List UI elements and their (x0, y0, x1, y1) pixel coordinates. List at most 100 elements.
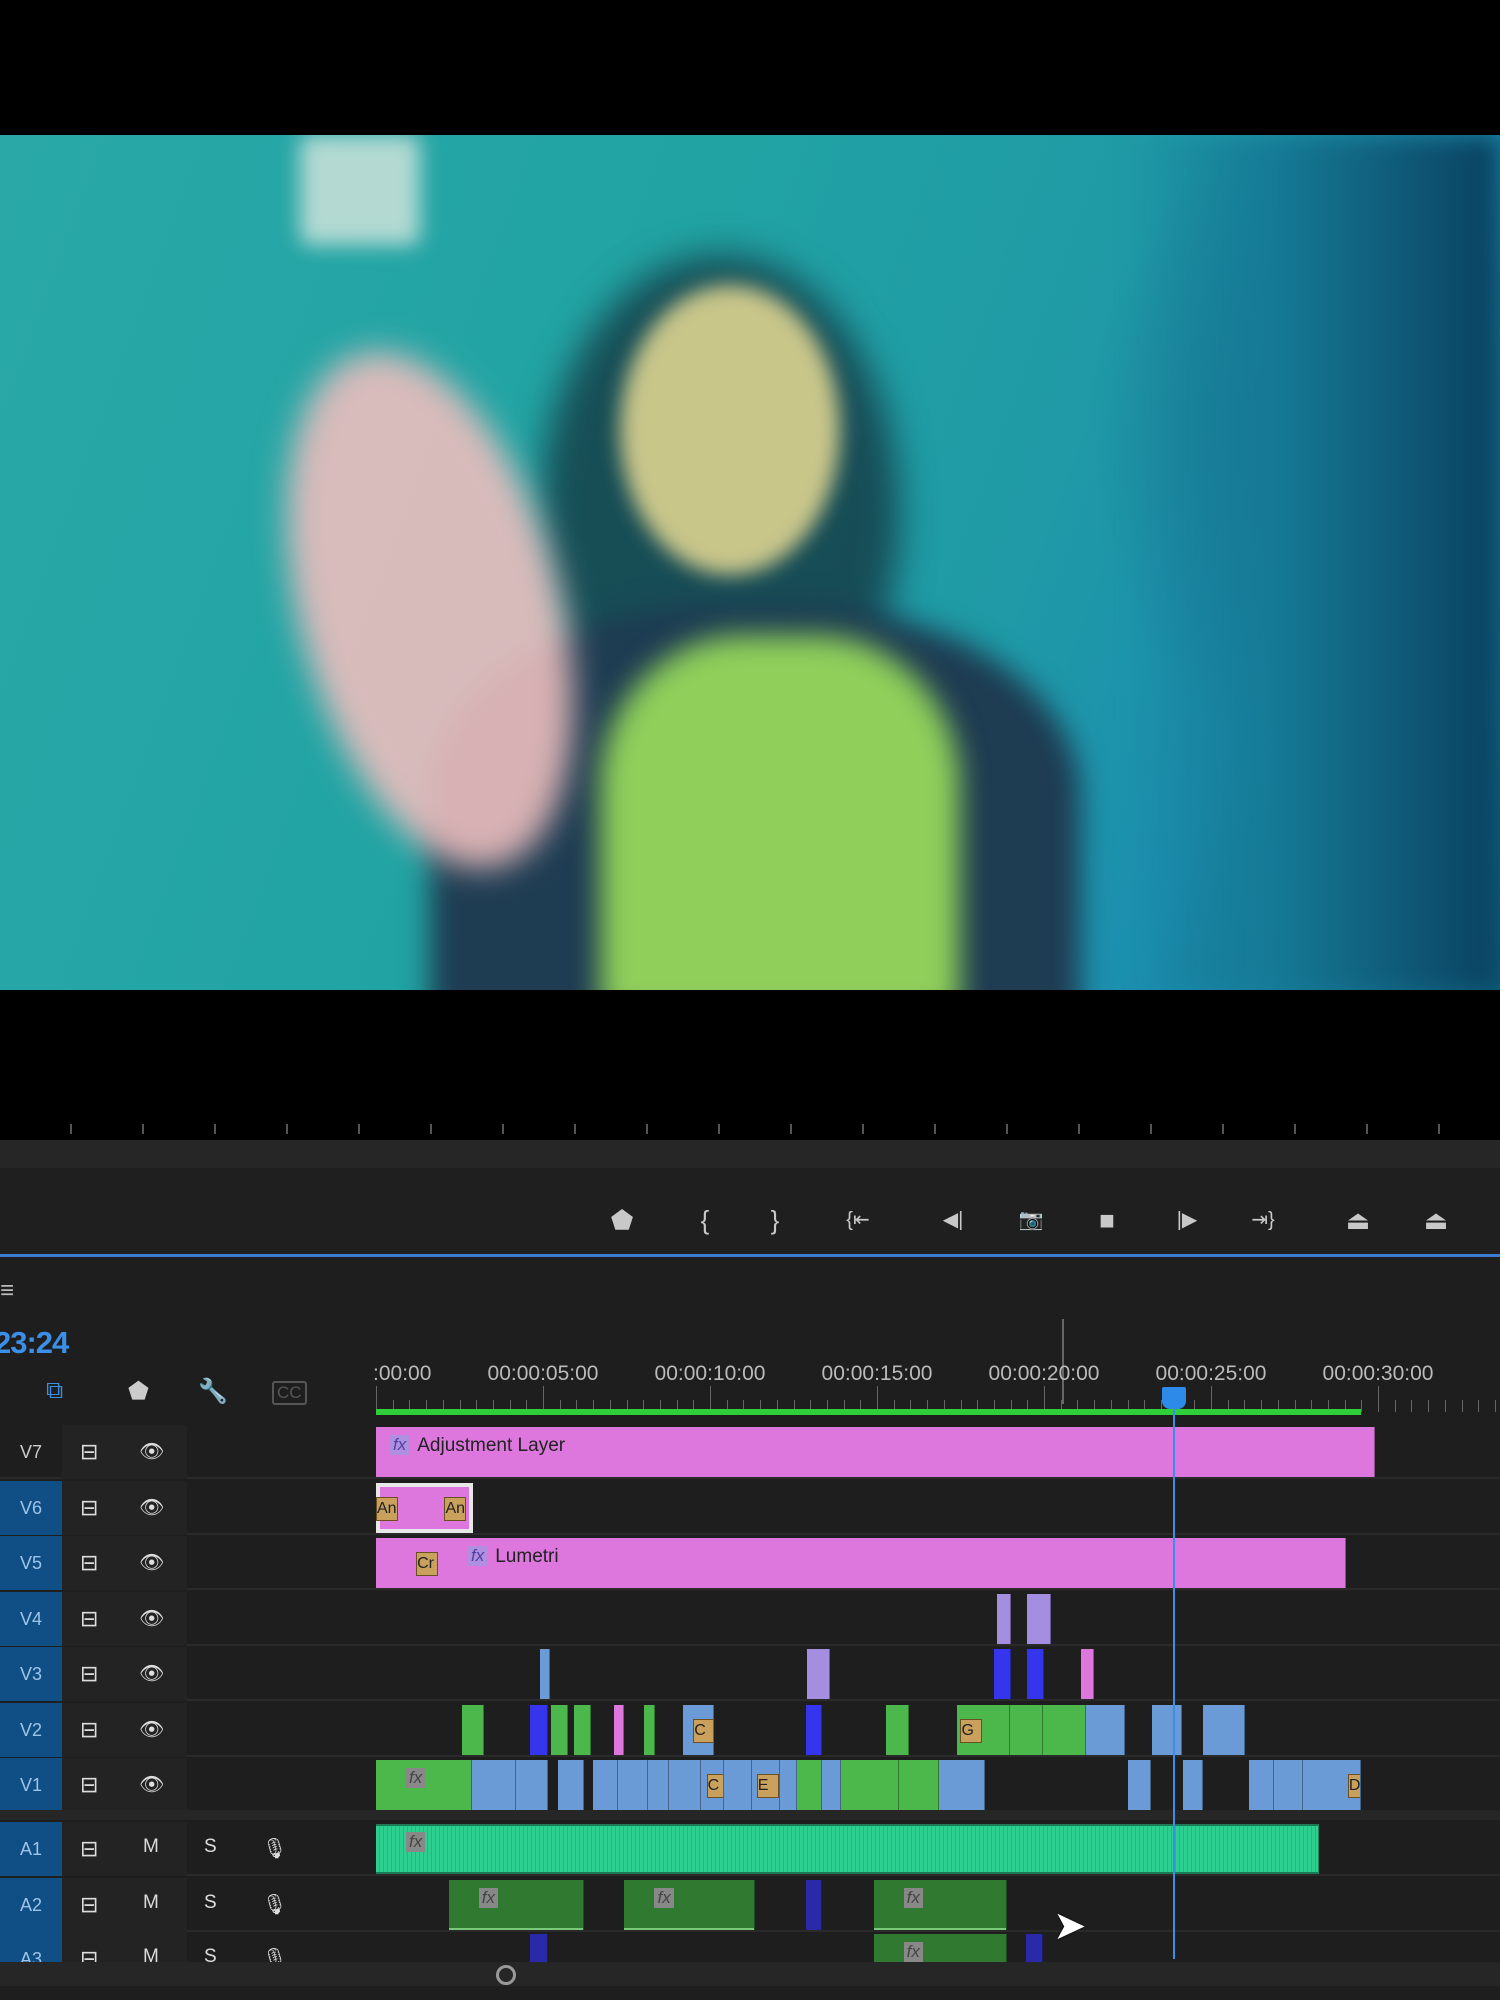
monitor-scrubber[interactable] (0, 1124, 1500, 1134)
stop-button[interactable]: ■ (1090, 1205, 1124, 1235)
sync-lock-icon[interactable]: ⊟ (80, 1606, 98, 1632)
sync-lock-icon[interactable]: ⊟ (80, 1495, 98, 1521)
clip[interactable] (647, 1760, 670, 1810)
clip[interactable]: fx (448, 1880, 584, 1930)
clip[interactable]: fx (873, 1880, 1008, 1930)
clip[interactable] (898, 1760, 940, 1810)
track-target-a2[interactable]: A2 (0, 1878, 62, 1932)
sync-lock-icon[interactable]: ⊟ (80, 1772, 98, 1798)
clip[interactable]: fx Adjustment Layer (376, 1427, 1375, 1477)
track-target-v4[interactable]: V4 (0, 1592, 62, 1646)
clip[interactable] (471, 1760, 517, 1810)
go-to-out-button[interactable]: ⇥} (1246, 1205, 1280, 1235)
zoom-scroll-handle[interactable] (496, 1965, 516, 1985)
clip[interactable]: C (683, 1705, 714, 1755)
sync-lock-icon[interactable]: ⊟ (80, 1439, 98, 1465)
export-frame-button[interactable]: 📷 (1014, 1205, 1048, 1235)
track-target-v5[interactable]: V5 (0, 1536, 62, 1590)
eye-icon[interactable]: 👁 (139, 1772, 164, 1797)
add-marker-button[interactable]: ⬟ (605, 1205, 639, 1235)
clip[interactable] (550, 1705, 569, 1755)
clip[interactable] (1182, 1760, 1204, 1810)
clip[interactable] (1080, 1649, 1095, 1699)
eye-icon[interactable]: 👁 (139, 1550, 164, 1575)
sync-lock-icon[interactable]: ⊟ (80, 1661, 98, 1687)
clip[interactable] (516, 1760, 548, 1810)
mute-button[interactable]: M (143, 1892, 159, 1914)
clip[interactable]: C (700, 1760, 724, 1810)
solo-button[interactable]: S (204, 1892, 217, 1914)
mute-button[interactable]: M (143, 1836, 159, 1858)
track-target-v6[interactable]: V6 (0, 1481, 62, 1535)
playhead-handle[interactable] (1162, 1387, 1187, 1409)
clip[interactable] (724, 1760, 753, 1810)
clip[interactable]: fx (624, 1880, 755, 1930)
time-ruler[interactable]: :00:00 00:00:05:00 00:00:10:00 00:00:15:00 0… (373, 1352, 1500, 1417)
clip[interactable] (1027, 1649, 1044, 1699)
track-target-v2[interactable]: V2 (0, 1703, 62, 1757)
go-to-in-button[interactable]: {⇤ (841, 1205, 875, 1235)
clip[interactable] (1203, 1705, 1246, 1755)
clip[interactable] (796, 1760, 823, 1810)
video-audio-divider[interactable] (0, 1810, 1500, 1820)
work-area-bar[interactable] (376, 1409, 1362, 1415)
clip[interactable] (592, 1760, 619, 1810)
clip[interactable] (805, 1705, 823, 1755)
clip[interactable]: fx Lumetri Cr (376, 1538, 1347, 1588)
sync-lock-icon[interactable]: ⊟ (80, 1836, 98, 1862)
clip[interactable] (939, 1760, 986, 1810)
clip[interactable] (643, 1705, 656, 1755)
step-forward-button[interactable]: |▶ (1170, 1205, 1204, 1235)
sync-lock-icon[interactable]: ⊟ (80, 1892, 98, 1918)
wrench-icon[interactable]: 🔧 (198, 1377, 228, 1406)
add-marker-icon[interactable]: ⬟ (128, 1377, 149, 1406)
captions-icon[interactable]: CC (272, 1381, 307, 1405)
solo-button[interactable]: S (204, 1836, 217, 1858)
clip[interactable] (997, 1594, 1011, 1644)
lift-button[interactable]: ⏏ (1341, 1205, 1375, 1235)
clip[interactable] (1086, 1705, 1126, 1755)
clip[interactable] (1027, 1594, 1051, 1644)
clip[interactable] (1274, 1760, 1303, 1810)
clip[interactable]: fx (376, 1824, 1320, 1874)
clip[interactable] (618, 1760, 648, 1810)
clip[interactable] (806, 1649, 831, 1699)
clip[interactable] (1009, 1705, 1043, 1755)
clip[interactable] (822, 1760, 842, 1810)
panel-menu-icon[interactable]: ≡ (0, 1277, 14, 1305)
clip[interactable]: An An (376, 1483, 473, 1533)
eye-icon[interactable]: 👁 (139, 1717, 164, 1742)
clip[interactable] (614, 1705, 625, 1755)
clip[interactable] (530, 1705, 548, 1755)
clip[interactable] (558, 1760, 584, 1810)
clip[interactable] (539, 1649, 550, 1699)
track-target-v7[interactable]: V7 (0, 1425, 62, 1479)
step-back-button[interactable]: ◀| (936, 1205, 970, 1235)
track-target-a1[interactable]: A1 (0, 1822, 62, 1876)
clip[interactable] (669, 1760, 701, 1810)
clip[interactable] (780, 1760, 797, 1810)
extract-button[interactable]: ⏏ (1419, 1205, 1453, 1235)
clip[interactable] (461, 1705, 485, 1755)
clip[interactable] (1249, 1760, 1275, 1810)
clip[interactable] (993, 1649, 1011, 1699)
mark-in-button[interactable]: { (688, 1205, 722, 1235)
eye-icon[interactable]: 👁 (139, 1606, 164, 1631)
track-target-v3[interactable]: V3 (0, 1647, 62, 1701)
clip[interactable] (1042, 1705, 1087, 1755)
linked-selection-icon[interactable]: ⧉ (46, 1377, 63, 1405)
timeline-timecode[interactable]: 23:24 (0, 1325, 69, 1361)
clip[interactable]: D (1302, 1760, 1362, 1810)
track-target-v1[interactable]: V1 (0, 1758, 62, 1812)
clip[interactable] (573, 1705, 592, 1755)
clip[interactable] (1152, 1705, 1182, 1755)
clip[interactable] (805, 1880, 823, 1930)
sync-lock-icon[interactable]: ⊟ (80, 1717, 98, 1743)
microphone-icon[interactable]: 🎙 (262, 1892, 287, 1917)
mark-out-button[interactable]: } (758, 1205, 792, 1235)
microphone-icon[interactable]: 🎙 (262, 1836, 287, 1861)
sync-lock-icon[interactable]: ⊟ (80, 1550, 98, 1576)
timeline-scrollbar[interactable] (0, 1962, 1500, 1986)
clip[interactable] (886, 1705, 909, 1755)
eye-icon[interactable]: 👁 (139, 1495, 164, 1520)
